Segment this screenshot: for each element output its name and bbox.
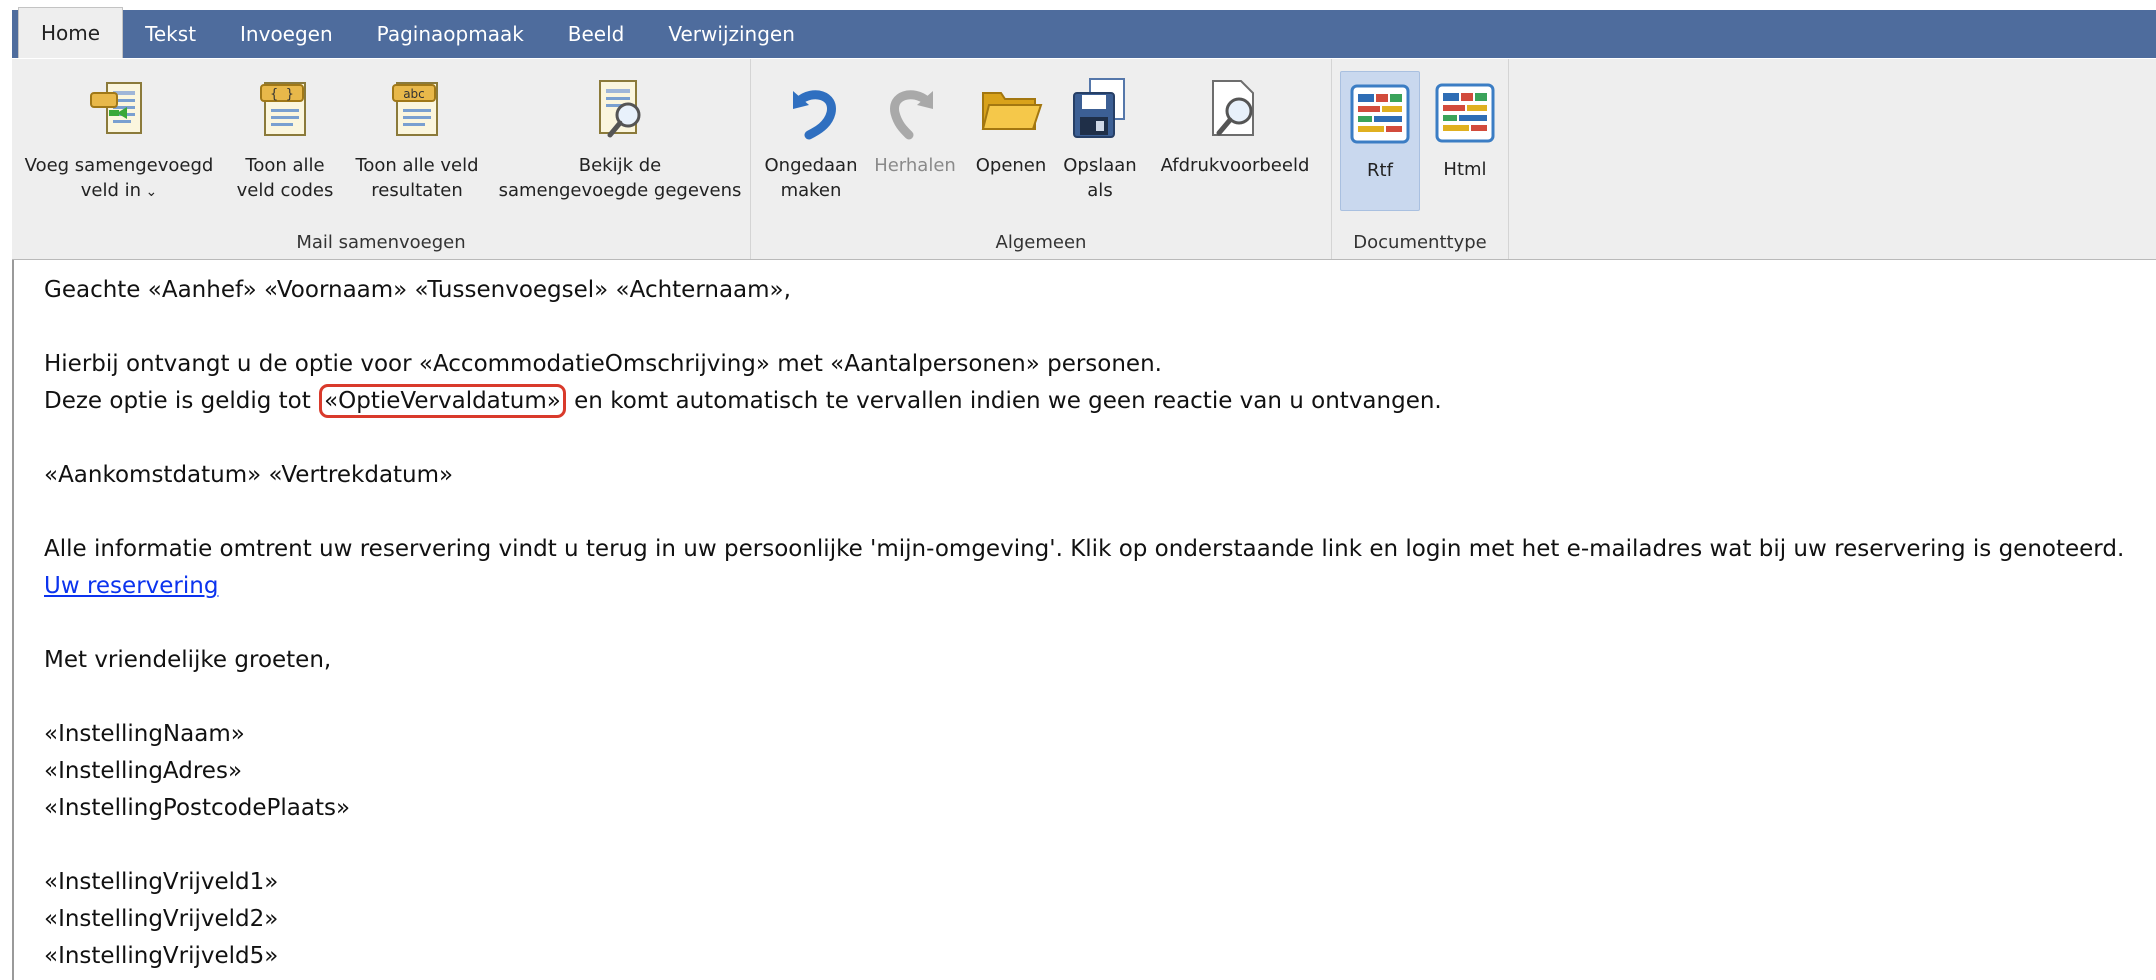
tab-tekst[interactable]: Tekst <box>123 10 218 58</box>
option-line: Hierbij ontvangt u de optie voor «Accomm… <box>44 351 1162 377</box>
validity-line: Deze optie is geldig tot «OptieVervaldat… <box>44 383 2124 420</box>
ribbon-group-general: Ongedaan maken Herhalen Openen Opslaan a… <box>751 59 1332 259</box>
html-button[interactable]: Html <box>1426 71 1504 182</box>
insert-merge-field-label: Voeg samengevoegd veld in <box>24 155 214 201</box>
view-merged-data-button[interactable]: Bekijk de samengevoegde gegevens <box>494 67 746 203</box>
free-field-5: «InstellingVrijveld5» <box>44 943 279 969</box>
editor-window: Home Tekst Invoegen Paginaopmaak Beeld V… <box>0 0 2156 980</box>
save-icon <box>1073 78 1125 138</box>
group-label-document-type: Documenttype <box>1353 232 1487 253</box>
insert-merge-field-button[interactable]: Voeg samengevoegd veld in ⌄ <box>14 67 224 205</box>
print-preview-label: Afdrukvoorbeeld <box>1160 155 1310 176</box>
reservation-link[interactable]: Uw reservering <box>44 573 218 599</box>
ribbon: Voeg samengevoegd veld in ⌄ { } Toon all… <box>12 59 2156 260</box>
ribbon-tab-strip: Home Tekst Invoegen Paginaopmaak Beeld V… <box>12 7 2156 58</box>
document-body[interactable]: Geachte «Aanhef» «Voornaam» «Tussenvoegs… <box>44 272 2124 975</box>
print-preview-button[interactable]: Afdrukvoorbeeld <box>1145 67 1325 178</box>
preview-merged-icon <box>599 80 641 138</box>
rtf-label: Rtf <box>1367 160 1393 181</box>
tab-verwijzingen[interactable]: Verwijzingen <box>646 10 817 58</box>
org-address-field: «InstellingAdres» <box>44 758 243 784</box>
redo-button[interactable]: Herhalen <box>865 67 965 178</box>
save-as-label: Opslaan als <box>1063 155 1137 201</box>
redo-label: Herhalen <box>874 155 956 176</box>
reservation-link-line: Uw reservering <box>44 568 2124 605</box>
undo-label: Ongedaan maken <box>764 155 858 201</box>
print-preview-icon <box>1212 80 1254 136</box>
html-document-icon <box>1435 83 1495 143</box>
open-button[interactable]: Openen <box>967 67 1055 178</box>
undo-button[interactable]: Ongedaan maken <box>759 67 863 203</box>
org-name-field: «InstellingNaam» <box>44 721 245 747</box>
ribbon-group-mail-merge: Voeg samengevoegd veld in ⌄ { } Toon all… <box>12 59 751 259</box>
tab-home[interactable]: Home <box>18 7 124 58</box>
show-field-codes-label: Toon alle veld codes <box>236 155 334 201</box>
show-field-results-label: Toon alle veld resultaten <box>355 155 479 201</box>
rtf-document-icon <box>1350 84 1410 144</box>
group-label-mail-merge: Mail samenvoegen <box>296 232 466 253</box>
info-line: Alle informatie omtrent uw reservering v… <box>44 536 2125 562</box>
validity-text-before: Deze optie is geldig tot <box>44 388 319 414</box>
field-codes-icon: { } <box>260 82 306 136</box>
greeting-line: Geachte «Aanhef» «Voornaam» «Tussenvoegs… <box>44 277 791 303</box>
tab-invoegen[interactable]: Invoegen <box>218 10 355 58</box>
org-postcode-field: «InstellingPostcodePlaats» <box>44 795 351 821</box>
tab-paginaopmaak[interactable]: Paginaopmaak <box>355 10 546 58</box>
rtf-button[interactable]: Rtf <box>1340 71 1420 211</box>
save-as-button[interactable]: Opslaan als <box>1057 67 1143 203</box>
view-merged-data-label: Bekijk de samengevoegde gegevens <box>498 155 742 201</box>
svg-text:{ }: { } <box>270 87 293 102</box>
svg-text:abc: abc <box>403 87 425 101</box>
group-label-general: Algemeen <box>995 232 1087 253</box>
show-field-codes-button[interactable]: { } Toon alle veld codes <box>230 67 340 203</box>
chevron-down-icon: ⌄ <box>141 184 158 200</box>
dates-line: «Aankomstdatum» «Vertrekdatum» <box>44 462 454 488</box>
redo-icon <box>890 90 933 140</box>
undo-icon <box>793 90 836 140</box>
field-results-icon: abc <box>392 82 438 136</box>
open-label: Openen <box>975 155 1047 176</box>
show-field-results-button[interactable]: abc Toon alle veld resultaten <box>344 67 490 203</box>
free-field-1: «InstellingVrijveld1» <box>44 869 279 895</box>
folder-icon <box>981 92 1043 130</box>
free-field-2: «InstellingVrijveld2» <box>44 906 279 932</box>
closing-line: Met vriendelijke groeten, <box>44 647 332 673</box>
tab-beeld[interactable]: Beeld <box>546 10 647 58</box>
insert-field-icon <box>90 82 142 134</box>
html-label: Html <box>1443 159 1487 180</box>
document-editor[interactable]: Geachte «Aanhef» «Voornaam» «Tussenvoegs… <box>12 260 2156 980</box>
validity-text-after: en komt automatisch te vervallen indien … <box>566 388 1442 414</box>
option-expiry-date-field[interactable]: «OptieVervaldatum» <box>319 384 566 418</box>
ribbon-group-document-type: Rtf Html Documenttype <box>1332 59 1509 259</box>
